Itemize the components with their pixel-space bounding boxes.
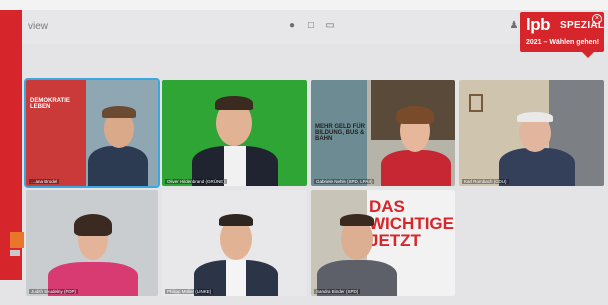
window-frame: [0, 0, 608, 10]
participant-tile-2[interactable]: Oliver Hildenbrand (GRÜNE): [162, 80, 307, 186]
participant-tile-1[interactable]: DEMOKRATIE LEBEN …ana Brodel: [24, 78, 160, 188]
lpb-spezial-badge: lpb SPEZIAL 2021 – Wählen gehen! ×: [520, 12, 604, 58]
wall-picture: [469, 94, 483, 112]
participant-hair: [517, 112, 553, 122]
view-label[interactable]: view: [28, 21, 48, 32]
people-icon[interactable]: ♟: [508, 20, 520, 32]
brand-subtitle: 2021 – Wählen gehen!: [526, 39, 600, 46]
participant-body: [381, 150, 451, 186]
mic-icon[interactable]: ●: [286, 20, 298, 32]
poster-backdrop: [26, 80, 86, 186]
participant-tile-3[interactable]: MEHR GELD FÜR BILDUNG, BUS & BAHN Gabrie…: [311, 80, 455, 186]
participant-tile-7[interactable]: DAS WICHTIGE JETZT Sandra Binder (SPD): [311, 190, 455, 296]
side-accent-gray: [10, 250, 20, 256]
poster-text: MEHR GELD FÜR BILDUNG, BUS & BAHN: [315, 124, 365, 142]
chat-icon[interactable]: □: [305, 20, 317, 32]
participant-hair: [102, 106, 136, 118]
side-accent: [10, 232, 24, 248]
participant-name: …ana Brodel: [29, 179, 60, 184]
participant-name: Oliver Hildenbrand (GRÜNE): [165, 179, 227, 184]
badge-pointer: [582, 52, 594, 58]
screen-icon[interactable]: ▭: [324, 20, 336, 32]
participant-hair: [74, 214, 112, 236]
poster-text: DAS WICHTIGE JETZT: [369, 197, 454, 250]
brand-logo: lpb: [526, 15, 551, 34]
participant-hair: [219, 214, 253, 226]
participant-shirt: [224, 146, 246, 186]
participant-tile-4[interactable]: Karl Rombach (CDU): [459, 80, 604, 186]
participant-name: Gabriele Nehls (SPD, LPA4): [314, 179, 375, 184]
participant-hair: [396, 106, 434, 124]
participant-name: Judith Skudelny (FDP): [29, 289, 79, 294]
poster-text: DEMOKRATIE LEBEN: [30, 98, 70, 110]
participant-tile-5[interactable]: Judith Skudelny (FDP): [26, 190, 158, 296]
participant-name: Philipp Müller (LINKE): [165, 289, 214, 294]
participant-body: [499, 148, 575, 186]
participant-name: Sandra Binder (SPD): [314, 289, 361, 294]
close-icon[interactable]: ×: [592, 14, 602, 24]
participant-name: Karl Rombach (CDU): [462, 179, 509, 184]
participant-shirt: [226, 260, 246, 296]
participant-hair: [215, 96, 253, 110]
participant-body: [88, 146, 148, 186]
participant-hair: [340, 214, 374, 226]
participant-tile-6[interactable]: Philipp Müller (LINKE): [162, 190, 307, 296]
